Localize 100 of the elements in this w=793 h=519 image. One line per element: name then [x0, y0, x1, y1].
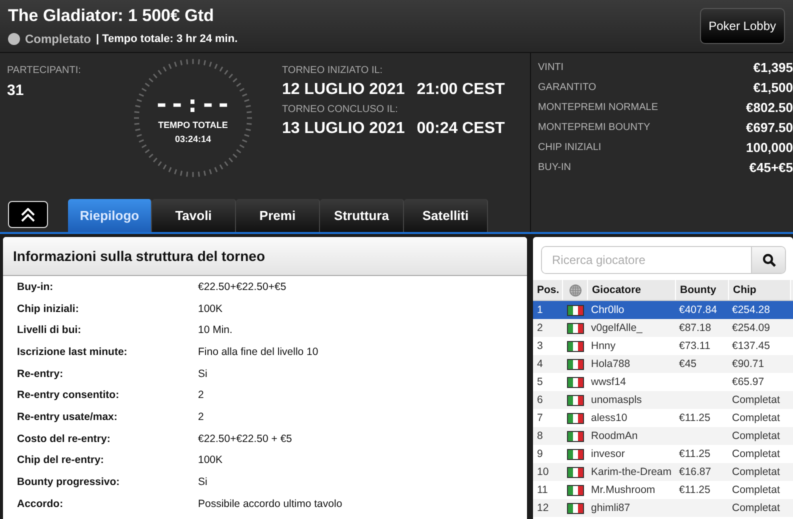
bounty-cell-text: €45	[678, 358, 698, 370]
bounty-cell-text: €87.18	[678, 322, 712, 334]
bounty-cell-text: €11.25	[678, 448, 712, 460]
search-button[interactable]	[751, 247, 785, 273]
player-cell-text: Karim-the-Dream	[590, 466, 673, 478]
total-time: | Tempo totale: 3 hr 24 min.	[96, 33, 238, 45]
player-search-field[interactable]: Ricerca giocatore	[541, 246, 786, 274]
info-value: Si	[198, 476, 208, 488]
stat-label: VINTI	[538, 62, 564, 73]
player-row[interactable]: 10 Karim-the-Dream €16.87 Completat	[533, 463, 793, 481]
player-row[interactable]: 6 unomaspls Completat	[533, 391, 793, 409]
chip-cell-text: €254.09	[731, 322, 771, 334]
clock-digits: --:--	[154, 92, 232, 116]
position-cell-text: 6	[536, 394, 544, 406]
column-header[interactable]: Pos.	[533, 280, 563, 300]
position-cell-text: 3	[536, 340, 544, 352]
stat-label: MONTEPREMI BOUNTY	[538, 122, 650, 133]
chip-cell-text: Completat	[731, 394, 781, 406]
player-row[interactable]: 4 Hola788 €45 €90.71	[533, 355, 793, 373]
info-label: Costo del re-entry:	[17, 432, 112, 445]
chip-cell-text: Completat	[731, 412, 781, 424]
flag-icon	[566, 304, 584, 316]
status-text: Completato	[25, 32, 91, 46]
tab[interactable]: Riepilogo	[68, 199, 152, 232]
date-label: TORNEO INIZIATO IL:	[282, 65, 384, 76]
tab[interactable]: Satelliti	[404, 199, 488, 232]
time-text: 21:00 CEST	[416, 81, 505, 99]
chip-cell-text: €137.45	[731, 340, 771, 352]
chip-cell-text: €254.28	[731, 304, 771, 316]
player-row[interactable]: 1 Chr0llo €407.84 €254.28	[533, 301, 793, 319]
stat-label: MONTEPREMI NORMALE	[538, 102, 658, 113]
info-value: €22.50+€22.50+€5	[198, 280, 286, 293]
panel-title: Informazioni sulla struttura del torneo	[13, 248, 266, 264]
info-label: Livelli di bui:	[17, 324, 82, 336]
info-label: Re-entry:	[17, 368, 64, 380]
tab[interactable]: Tavoli	[152, 199, 236, 232]
flag-icon	[566, 502, 584, 514]
collapse-button[interactable]	[8, 201, 48, 228]
position-cell-text: 8	[536, 430, 544, 442]
player-cell-text: wwsf14	[590, 376, 628, 388]
flag-icon	[566, 448, 584, 460]
player-row[interactable]: 8 RoodmAn Completat	[533, 427, 793, 445]
info-label: Re-entry consentito:	[17, 389, 120, 402]
chip-cell-text: Completat	[731, 484, 781, 496]
stat-value: 100,000	[746, 140, 793, 155]
stat-value: €697.50	[746, 120, 793, 135]
participants-label: PARTECIPANTI:	[7, 65, 82, 76]
column-header[interactable]: Bounty	[676, 280, 729, 300]
position-cell-text: 7	[536, 412, 544, 424]
poker-lobby-button[interactable]: Poker Lobby	[700, 8, 785, 44]
flag-icon	[566, 358, 584, 370]
player-cell-text: invesor	[590, 448, 626, 460]
date-label: TORNEO CONCLUSO IL:	[282, 104, 399, 115]
chip-cell-text: Completat	[731, 502, 781, 514]
info-value: 100K	[198, 302, 223, 315]
position-cell-text: 1	[536, 304, 544, 316]
tab[interactable]: Struttura	[320, 199, 404, 232]
bounty-cell-text: €407.84	[678, 304, 718, 316]
flag-icon	[566, 412, 584, 424]
player-cell-text: RoodmAn	[590, 430, 639, 442]
globe-icon	[568, 284, 582, 296]
player-cell-text: v0gelfAlle_	[590, 322, 644, 334]
position-cell-text: 5	[536, 376, 544, 388]
tab[interactable]: Premi	[236, 199, 320, 232]
column-header[interactable]: Chip	[729, 280, 791, 300]
info-label: Accordo:	[17, 498, 64, 510]
bounty-cell-text: €11.25	[678, 484, 712, 496]
chip-cell-text: €90.71	[731, 358, 766, 370]
player-cell-text: Hnny	[590, 340, 617, 352]
player-row[interactable]: 2 v0gelfAlle_ €87.18 €254.09	[533, 319, 793, 337]
stat-value: €1,500	[753, 80, 793, 95]
chip-cell-text: Completat	[731, 448, 781, 460]
bounty-cell-text: €11.25	[678, 412, 712, 424]
player-cell-text: Mr.Mushroom	[590, 484, 656, 496]
player-row[interactable]: 12 ghimli87 Completat	[533, 499, 793, 517]
stat-label: BUY-IN	[538, 162, 571, 173]
info-value: €22.50+€22.50 + €5	[198, 432, 292, 445]
info-value: Possibile accordo ultimo tavolo	[198, 498, 342, 510]
tournament-title: The Gladiator: 1 500€ Gtd	[8, 6, 215, 26]
info-label: Buy-in:	[17, 280, 54, 293]
flag-icon	[566, 484, 584, 496]
date-text: 12 LUGLIO 2021	[282, 81, 405, 99]
column-header[interactable]: Giocatore	[588, 280, 676, 300]
position-cell-text: 2	[536, 322, 544, 334]
position-cell-text: 12	[536, 502, 550, 514]
stat-value: €802.50	[746, 100, 793, 115]
stat-label: GARANTITO	[538, 82, 596, 93]
stat-value: €1,395	[753, 60, 793, 75]
chip-cell-text: €65.97	[731, 376, 766, 388]
player-cell-text: Hola788	[590, 358, 632, 370]
position-cell-text: 11	[536, 484, 549, 496]
info-value: 2	[198, 389, 204, 402]
bounty-cell-text: €16.87	[678, 466, 712, 478]
info-label: Re-entry usate/max:	[17, 410, 118, 423]
double-chevron-up-icon	[20, 208, 36, 222]
flag-icon	[566, 394, 584, 406]
chip-cell-text: Completat	[731, 466, 781, 478]
info-value: Si	[198, 368, 208, 380]
player-cell-text: ghimli87	[590, 502, 632, 514]
clock-time: 03:24:14	[174, 134, 212, 144]
